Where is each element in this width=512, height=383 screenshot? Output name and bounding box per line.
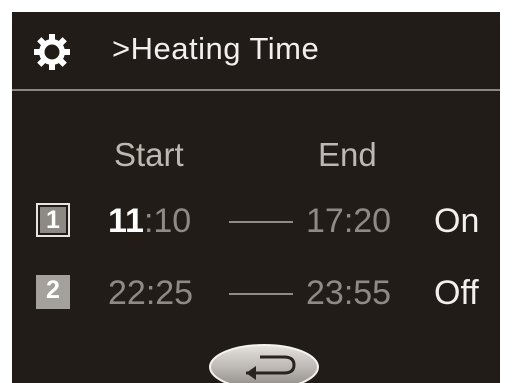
slot-2-state[interactable]: Off — [434, 271, 479, 315]
back-button[interactable] — [208, 343, 320, 383]
slot-2-start-minutes[interactable]: :25 — [146, 274, 193, 312]
gear-icon[interactable] — [34, 34, 70, 70]
slot-1-range-dash — [229, 221, 293, 223]
slot-2-start-time[interactable]: 22:25 — [108, 271, 193, 315]
header: >Heating Time — [12, 12, 500, 88]
time-slot-row-2[interactable]: 2 22:25 23:55 Off — [12, 271, 500, 321]
heating-time-screen: >Heating Time Start End 1 11:10 17:20 On… — [12, 12, 500, 383]
slot-2-start-hour[interactable]: 22 — [108, 274, 146, 312]
page-title: >Heating Time — [112, 31, 320, 66]
slot-2-end-time[interactable]: 23:55 — [306, 271, 391, 315]
slot-1-start-minutes[interactable]: :10 — [144, 202, 191, 240]
time-slot-row-1[interactable]: 1 11:10 17:20 On — [12, 199, 500, 249]
slot-number-badge-1[interactable]: 1 — [36, 203, 70, 237]
header-divider — [12, 89, 500, 91]
slot-1-start-hour[interactable]: 11 — [108, 202, 144, 240]
end-column-header: End — [318, 136, 377, 173]
slot-number-badge-2[interactable]: 2 — [36, 275, 70, 309]
slot-number-1: 1 — [40, 207, 66, 233]
slot-1-start-time[interactable]: 11:10 — [108, 199, 191, 243]
start-column-header: Start — [114, 136, 184, 173]
slot-number-2: 2 — [36, 275, 70, 309]
slot-1-end-time[interactable]: 17:20 — [306, 199, 391, 243]
slot-2-range-dash — [229, 293, 293, 295]
slot-1-state[interactable]: On — [434, 199, 479, 243]
